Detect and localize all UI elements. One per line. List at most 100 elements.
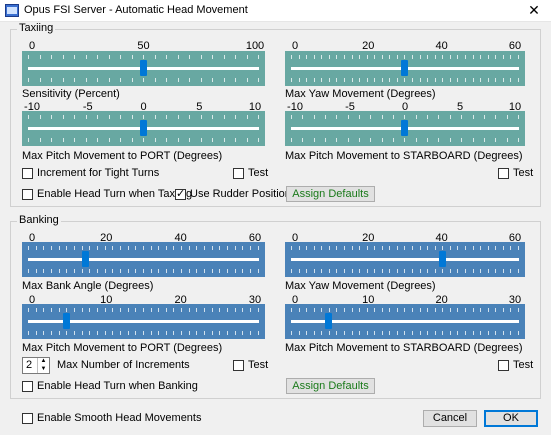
slider-tick-mark — [189, 78, 190, 82]
slider-tick-mark — [143, 115, 144, 119]
spinner-down-icon[interactable]: ▼ — [38, 366, 49, 374]
bank-assign-defaults-button[interactable]: Assign Defaults — [286, 378, 375, 394]
slider-tick-mark — [227, 308, 229, 312]
slider-thumb[interactable] — [62, 313, 70, 329]
slider-tick-mark — [28, 115, 29, 119]
slider-tick-mark — [404, 246, 406, 250]
slider-tick-mark — [495, 246, 497, 250]
slider-thumb[interactable] — [81, 251, 89, 267]
slider-tick-mark — [495, 308, 497, 312]
slider-tick-mark — [142, 331, 144, 335]
slider-tick-mark — [404, 55, 406, 59]
bank-pitch-port-label: Max Pitch Movement to PORT (Degrees) — [22, 342, 223, 354]
slider-thumb[interactable] — [401, 60, 408, 76]
slider-tick-mark — [154, 138, 156, 142]
slider-tick-mark — [242, 308, 244, 312]
bank-pitch-port-slider[interactable] — [22, 304, 265, 339]
slider-tick-mark — [39, 78, 41, 82]
slider-tick-mark — [85, 138, 87, 142]
slider-tick-mark — [389, 269, 391, 273]
slider-thumb[interactable] — [401, 120, 408, 136]
bank-test-starboard-checkbox[interactable] — [498, 360, 509, 371]
max-increments-spinner[interactable]: 2 ▲ ▼ — [22, 357, 50, 374]
spinner-arrows[interactable]: ▲ ▼ — [37, 358, 49, 373]
bank-test-port-checkbox[interactable] — [233, 360, 244, 371]
bank-pitch-starboard-slider[interactable] — [285, 304, 525, 339]
taxi-pitch-starboard-slider[interactable] — [285, 111, 525, 146]
enable-head-turn-banking-checkbox[interactable] — [22, 381, 33, 392]
sensitivity-slider[interactable] — [22, 51, 265, 86]
slider-tick-mark — [127, 331, 129, 335]
slider-tick-mark — [258, 78, 259, 82]
slider-tick-mark — [257, 246, 259, 250]
slider-tick-mark — [66, 331, 68, 335]
slider-tick-mark — [438, 115, 440, 119]
slider-tick-mark — [321, 331, 323, 335]
slider-thumb[interactable] — [439, 251, 447, 267]
slider-tick-mark — [211, 331, 213, 335]
slider-thumb[interactable] — [139, 60, 147, 76]
slider-tick-mark — [291, 115, 292, 119]
slider-tick-mark — [472, 331, 474, 335]
slider-tick-mark — [298, 55, 300, 59]
slider-tick-mark — [502, 308, 504, 312]
slider-tick-mark — [131, 78, 133, 82]
bank-max-yaw-label: Max Yaw Movement (Degrees) — [285, 280, 436, 292]
slider-tick-mark — [212, 78, 213, 82]
slider-tick-mark — [242, 269, 244, 273]
taxi-test-port-checkbox[interactable] — [233, 168, 244, 179]
taxi-max-yaw-slider[interactable] — [285, 51, 525, 86]
slider-tick-mark — [119, 308, 121, 312]
slider-tick-mark — [81, 331, 83, 335]
slider-tick-mark — [35, 331, 37, 335]
enable-head-turn-taxiing-checkbox[interactable] — [22, 189, 33, 200]
slider-tick-mark — [359, 55, 361, 59]
slider-tick-mark — [419, 55, 421, 59]
slider-tick-mark — [291, 138, 292, 142]
slider-tick-mark — [449, 138, 451, 142]
slider-tick-mark — [120, 138, 121, 142]
slider-tick-mark — [313, 246, 315, 250]
slider-tick-mark — [442, 331, 444, 335]
slider-tick-mark — [85, 55, 87, 59]
slider-tick-mark — [396, 78, 398, 82]
taxi-test-starboard-checkbox[interactable] — [498, 168, 509, 179]
slider-tick-mark — [487, 308, 489, 312]
slider-tick-mark — [328, 308, 330, 312]
slider-thumb[interactable] — [139, 120, 147, 136]
slider-thumb[interactable] — [325, 313, 333, 329]
slider-tick-mark — [328, 78, 330, 82]
slider-tick-mark — [158, 331, 160, 335]
slider-tick-mark — [73, 331, 75, 335]
slider-tick-mark — [370, 115, 372, 119]
cancel-button[interactable]: Cancel — [423, 410, 477, 427]
taxi-assign-defaults-button[interactable]: Assign Defaults — [286, 186, 375, 202]
slider-tick-mark — [404, 115, 406, 119]
slider-tick-mark — [298, 246, 300, 250]
taxi-pitch-port-slider[interactable] — [22, 111, 265, 146]
slider-tick-mark — [154, 78, 156, 82]
spinner-up-icon[interactable]: ▲ — [38, 358, 49, 366]
close-icon[interactable]: ✕ — [523, 1, 545, 19]
slider-tick-mark — [150, 308, 152, 312]
slider-tick-mark — [517, 331, 519, 335]
enable-head-turn-banking-label: Enable Head Turn when Banking — [37, 380, 198, 392]
increment-tight-turns-checkbox[interactable] — [22, 168, 33, 179]
use-rudder-position-checkbox[interactable] — [175, 187, 186, 200]
max-bank-angle-slider[interactable] — [22, 242, 265, 277]
bank-max-yaw-slider[interactable] — [285, 242, 525, 277]
slider-tick-mark — [196, 331, 198, 335]
slider-tick-mark — [200, 115, 202, 119]
slider-tick-mark — [457, 55, 459, 59]
slider-tick-mark — [374, 246, 376, 250]
slider-tick-mark — [97, 78, 98, 82]
slider-tick-mark — [250, 331, 252, 335]
slider-tick-mark — [143, 55, 144, 59]
ok-button[interactable]: OK — [484, 410, 538, 427]
slider-tick-mark — [89, 246, 91, 250]
enable-smooth-head-movements-checkbox[interactable] — [22, 413, 33, 424]
slider-tick-mark — [336, 269, 338, 273]
slider-tick-mark — [510, 246, 512, 250]
slider-tick-mark — [85, 115, 87, 119]
slider-tick-mark — [104, 246, 106, 250]
